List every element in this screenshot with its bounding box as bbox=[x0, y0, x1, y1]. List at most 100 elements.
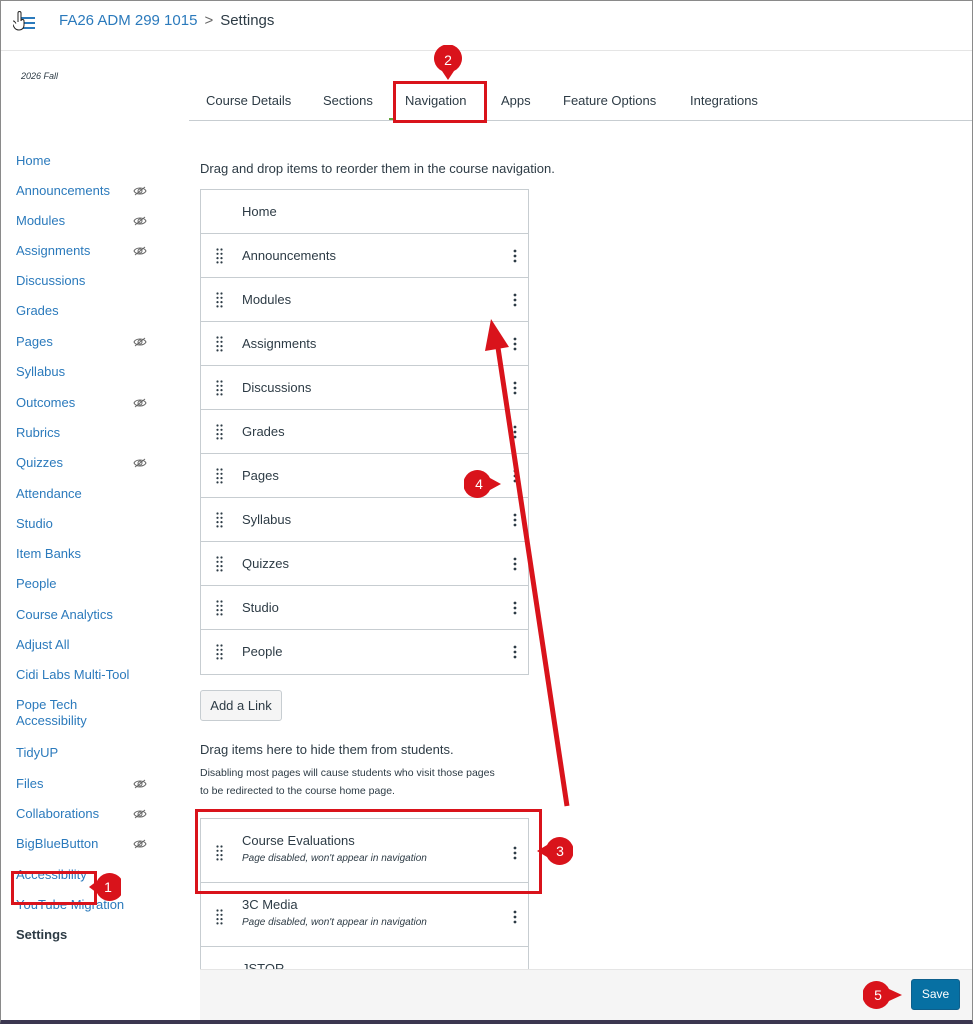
nav-list-item[interactable]: Modules bbox=[201, 278, 528, 322]
callout-2: 2 bbox=[433, 45, 463, 80]
hidden-list-item-label: 3C Media bbox=[242, 897, 298, 912]
callout-5: 5 bbox=[863, 980, 902, 1010]
eye-slash-icon bbox=[133, 246, 147, 256]
tab-integrations[interactable]: Integrations bbox=[690, 93, 758, 108]
enabled-nav-list: Home Announcements Modules Assignments Discu… bbox=[200, 189, 529, 675]
drag-handle-icon[interactable] bbox=[216, 909, 224, 925]
kebab-menu-icon[interactable] bbox=[510, 468, 520, 484]
hidden-note-line-1: Disabling most pages will cause students… bbox=[200, 767, 495, 779]
eye-slash-icon bbox=[133, 779, 147, 789]
kebab-menu-icon[interactable] bbox=[510, 556, 520, 572]
hidden-note-line-2: to be redirected to the course home page… bbox=[200, 785, 395, 797]
hidden-list-item-status: Page disabled, won't appear in navigatio… bbox=[242, 917, 427, 928]
sidebar-item-pope-tech-accessibility[interactable]: Pope Tech Accessibility bbox=[16, 697, 96, 729]
nav-list-item[interactable]: Studio bbox=[201, 586, 528, 630]
eye-slash-icon bbox=[133, 186, 147, 196]
drag-handle-icon[interactable] bbox=[216, 424, 224, 440]
nav-list-item-label: Grades bbox=[242, 424, 285, 439]
nav-list-item-label: Quizzes bbox=[242, 556, 289, 571]
sidebar-item-syllabus[interactable]: Syllabus bbox=[16, 364, 166, 380]
drag-handle-icon[interactable] bbox=[216, 556, 224, 572]
drag-handle-icon[interactable] bbox=[216, 512, 224, 528]
nav-list-item-label: Modules bbox=[242, 292, 292, 307]
nav-list-item[interactable]: Announcements bbox=[201, 234, 528, 278]
kebab-menu-icon[interactable] bbox=[510, 336, 520, 352]
top-bar: FA26 ADM 299 1015 > Settings bbox=[1, 1, 972, 51]
drag-handle-icon[interactable] bbox=[216, 468, 224, 484]
hamburger-icon[interactable] bbox=[13, 11, 37, 33]
callout-1: 1 bbox=[89, 872, 123, 902]
drag-handle-icon[interactable] bbox=[216, 380, 224, 396]
annotation-box-course-evaluations bbox=[195, 809, 542, 894]
sidebar-item-home[interactable]: Home bbox=[16, 153, 166, 169]
annotation-box-navigation-tab bbox=[393, 81, 487, 123]
tab-feature-options[interactable]: Feature Options bbox=[563, 93, 656, 108]
nav-list-item-label: Syllabus bbox=[242, 512, 292, 527]
kebab-menu-icon[interactable] bbox=[510, 248, 520, 264]
kebab-menu-icon[interactable] bbox=[510, 600, 520, 616]
breadcrumb-course-link[interactable]: FA26 ADM 299 1015 bbox=[59, 12, 197, 29]
sidebar-item-adjust-all[interactable]: Adjust All bbox=[16, 637, 166, 653]
nav-list-item[interactable]: Grades bbox=[201, 410, 528, 454]
drag-handle-icon[interactable] bbox=[216, 644, 224, 660]
nav-list-item[interactable]: Assignments bbox=[201, 322, 528, 366]
sidebar-item-studio[interactable]: Studio bbox=[16, 516, 166, 532]
drag-handle-icon[interactable] bbox=[216, 336, 224, 352]
nav-list-item-label: Assignments bbox=[242, 336, 317, 351]
kebab-menu-icon[interactable] bbox=[510, 292, 520, 308]
tab-course-details[interactable]: Course Details bbox=[206, 93, 291, 108]
sidebar-item-settings[interactable]: Settings bbox=[16, 927, 166, 943]
drag-handle-icon[interactable] bbox=[216, 292, 224, 308]
tab-sections[interactable]: Sections bbox=[323, 93, 373, 108]
breadcrumb-separator: > bbox=[204, 12, 214, 29]
kebab-menu-icon[interactable] bbox=[510, 380, 520, 396]
nav-list-item-label: Home bbox=[242, 204, 277, 219]
nav-list-item[interactable]: Discussions bbox=[201, 366, 528, 410]
kebab-menu-icon[interactable] bbox=[510, 512, 520, 528]
eye-slash-icon bbox=[133, 839, 147, 849]
tab-apps[interactable]: Apps bbox=[501, 93, 531, 108]
breadcrumb: FA26 ADM 299 1015 > Settings bbox=[59, 12, 274, 29]
eye-slash-icon bbox=[133, 216, 147, 226]
kebab-menu-icon[interactable] bbox=[510, 909, 520, 925]
breadcrumb-current: Settings bbox=[220, 12, 275, 29]
callout-4: 4 bbox=[464, 469, 501, 499]
footer-bar bbox=[200, 969, 972, 1020]
instructions-text: Drag and drop items to reorder them in t… bbox=[200, 161, 555, 176]
hidden-section-title: Drag items here to hide them from studen… bbox=[200, 742, 454, 757]
hidden-section-note: Disabling most pages will cause students… bbox=[200, 764, 530, 800]
sidebar-item-grades[interactable]: Grades bbox=[16, 303, 166, 319]
eye-slash-icon bbox=[133, 398, 147, 408]
nav-list-item-label: People bbox=[242, 644, 283, 659]
term-label: 2026 Fall bbox=[21, 71, 59, 81]
nav-list-item[interactable]: Quizzes bbox=[201, 542, 528, 586]
sidebar-item-attendance[interactable]: Attendance bbox=[16, 486, 166, 502]
callout-3: 3 bbox=[537, 836, 575, 866]
sidebar-item-tidyup[interactable]: TidyUP bbox=[16, 745, 166, 761]
nav-list-item[interactable]: Home bbox=[201, 190, 528, 234]
eye-slash-icon bbox=[133, 458, 147, 468]
sidebar-item-people[interactable]: People bbox=[16, 576, 166, 592]
drag-handle-icon[interactable] bbox=[216, 248, 224, 264]
add-a-link-button[interactable]: Add a Link bbox=[200, 690, 282, 721]
annotation-box-settings bbox=[11, 871, 97, 905]
eye-slash-icon bbox=[133, 337, 147, 347]
sidebar-item-discussions[interactable]: Discussions bbox=[16, 273, 166, 289]
nav-list-item-label: Studio bbox=[242, 600, 279, 615]
nav-list-item-label: Discussions bbox=[242, 380, 312, 395]
sidebar-item-cidi-labs-multi-tool[interactable]: Cidi Labs Multi-Tool bbox=[16, 667, 166, 683]
save-button[interactable]: Save bbox=[911, 979, 960, 1010]
eye-slash-icon bbox=[133, 809, 147, 819]
kebab-menu-icon[interactable] bbox=[510, 424, 520, 440]
settings-tabs: Course Details Sections Navigation Apps … bbox=[189, 83, 972, 121]
nav-list-item[interactable]: Syllabus bbox=[201, 498, 528, 542]
sidebar-item-course-analytics[interactable]: Course Analytics bbox=[16, 607, 166, 623]
nav-list-item-label: Announcements bbox=[242, 248, 336, 263]
sidebar-item-item-banks[interactable]: Item Banks bbox=[16, 546, 166, 562]
app-window: FA26 ADM 299 1015 > Settings 2026 Fall H… bbox=[0, 0, 973, 1024]
drag-handle-icon[interactable] bbox=[216, 600, 224, 616]
nav-list-item[interactable]: People bbox=[201, 630, 528, 674]
sidebar-item-rubrics[interactable]: Rubrics bbox=[16, 425, 166, 441]
kebab-menu-icon[interactable] bbox=[510, 644, 520, 660]
nav-list-item-label: Pages bbox=[242, 468, 279, 483]
